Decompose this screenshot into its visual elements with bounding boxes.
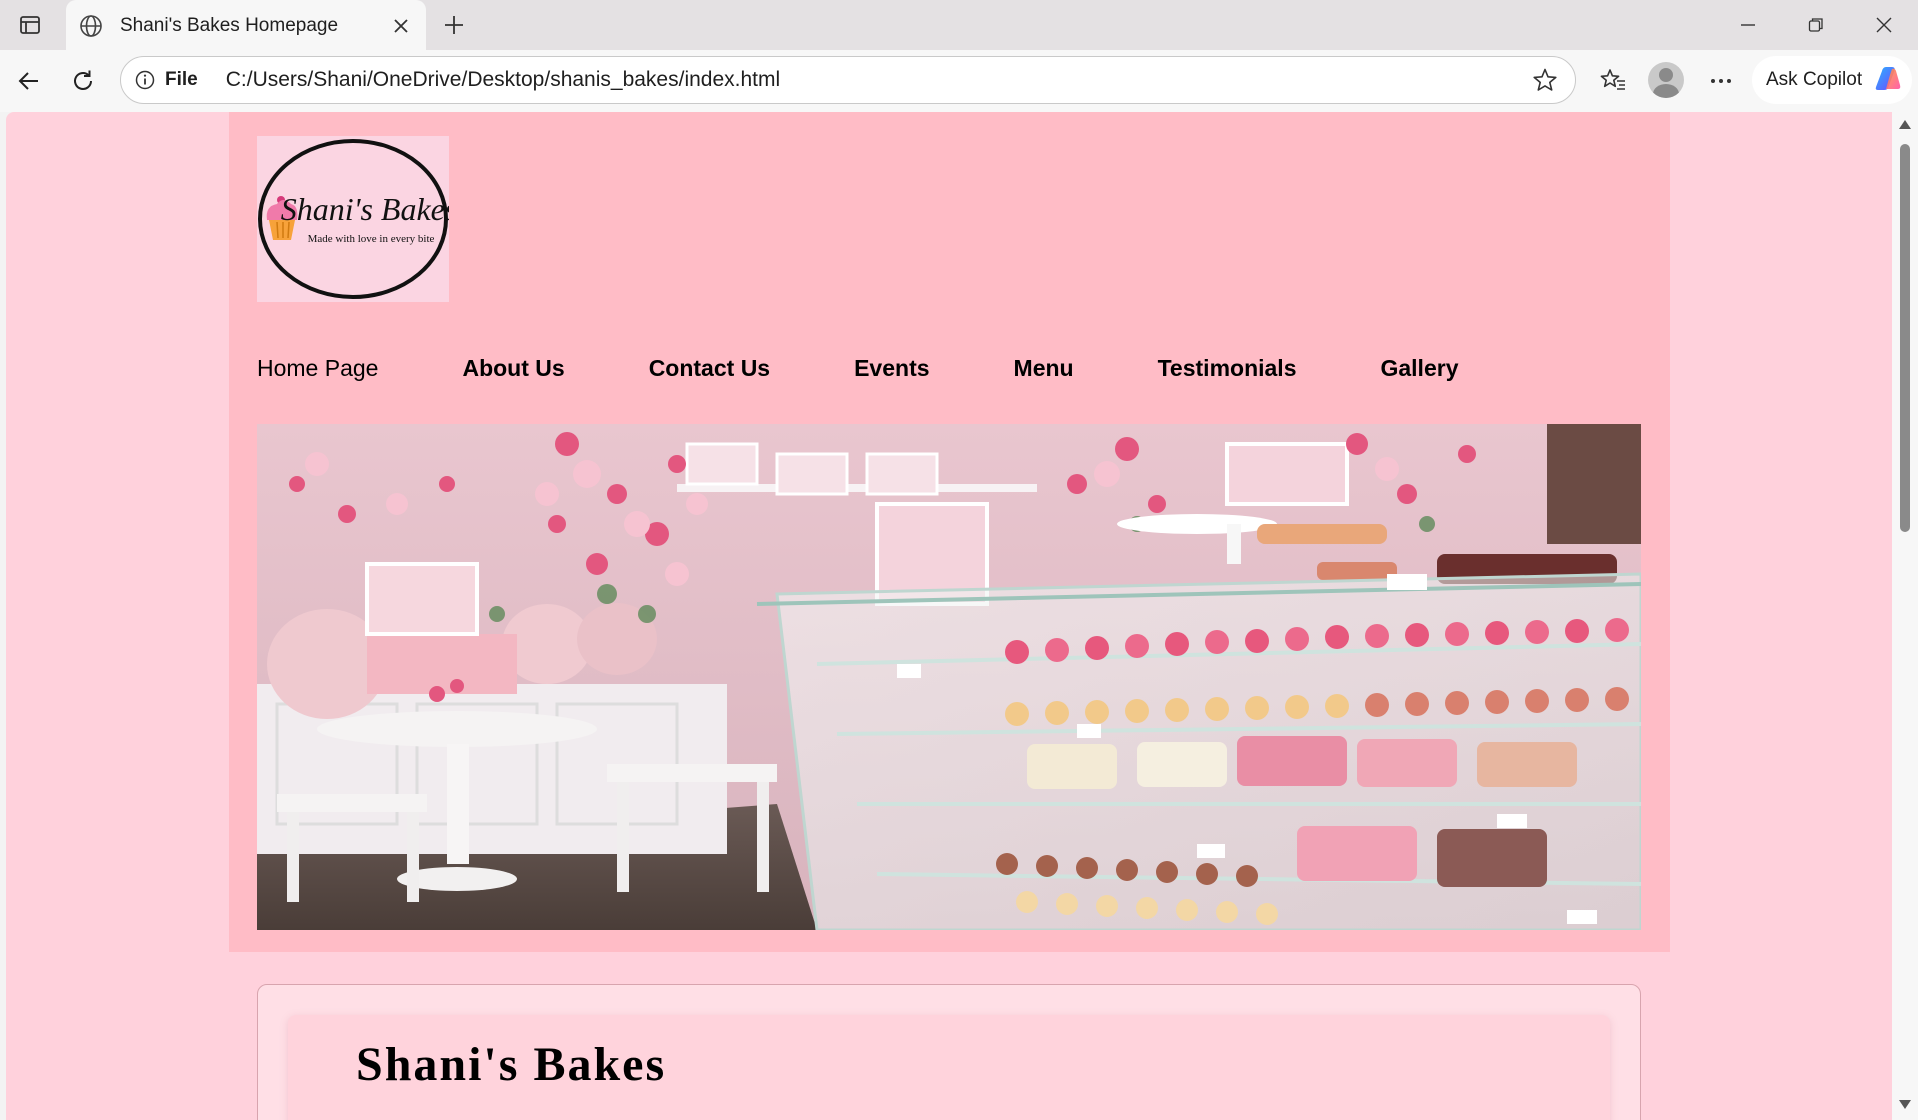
nav-testimonials[interactable]: Testimonials <box>1158 355 1297 382</box>
hero-image <box>257 424 1641 930</box>
nav-home-page[interactable]: Home Page <box>257 355 378 382</box>
close-window-icon[interactable] <box>1850 0 1918 50</box>
new-tab-icon[interactable] <box>436 8 472 42</box>
favorites-icon[interactable] <box>1592 60 1634 102</box>
address-url[interactable]: C:/Users/Shani/OneDrive/Desktop/shanis_b… <box>226 68 1527 92</box>
back-icon[interactable] <box>8 60 50 102</box>
page-viewport: Shani's Bakes Made with love in every bi… <box>6 112 1892 1120</box>
nav-menu[interactable]: Menu <box>1014 355 1074 382</box>
more-options-icon[interactable] <box>1700 60 1742 102</box>
minimize-icon[interactable] <box>1714 0 1782 50</box>
info-icon[interactable] <box>133 68 157 92</box>
intro-card-inner: Shani's Bakes <box>288 1015 1610 1120</box>
tab-actions-icon[interactable] <box>12 10 48 40</box>
scroll-down-icon[interactable] <box>1899 1100 1911 1109</box>
favorite-star-icon[interactable] <box>1527 62 1563 98</box>
nav-contact-us[interactable]: Contact Us <box>649 355 770 382</box>
browser-toolbar: File C:/Users/Shani/OneDrive/Desktop/sha… <box>0 50 1918 112</box>
main-nav: Home Page About Us Contact Us Events Men… <box>257 348 1542 388</box>
profile-avatar[interactable] <box>1648 62 1684 98</box>
site-header: Shani's Bakes Made with love in every bi… <box>229 112 1670 952</box>
nav-events[interactable]: Events <box>854 355 929 382</box>
reload-icon[interactable] <box>62 60 104 102</box>
globe-icon <box>78 13 104 39</box>
site-logo[interactable]: Shani's Bakes Made with love in every bi… <box>257 136 457 302</box>
ask-copilot-button[interactable]: Ask Copilot <box>1752 56 1912 104</box>
close-tab-icon[interactable] <box>384 9 418 43</box>
copilot-icon <box>1872 61 1906 100</box>
page-title: Shani's Bakes <box>356 1038 667 1091</box>
logo-tagline: Made with love in every bite <box>308 233 435 245</box>
page-scrollbar[interactable] <box>1892 112 1918 1120</box>
browser-titlebar: Shani's Bakes Homepage <box>0 0 1918 51</box>
intro-card: Shani's Bakes <box>257 984 1641 1120</box>
browser-tab[interactable]: Shani's Bakes Homepage <box>66 0 426 51</box>
address-scheme: File <box>165 69 198 90</box>
restore-icon[interactable] <box>1782 0 1850 50</box>
address-bar[interactable]: File C:/Users/Shani/OneDrive/Desktop/sha… <box>120 56 1576 104</box>
nav-gallery[interactable]: Gallery <box>1380 355 1458 382</box>
logo-brand: Shani's Bakes <box>281 191 449 227</box>
nav-about-us[interactable]: About Us <box>462 355 564 382</box>
tab-title: Shani's Bakes Homepage <box>120 14 339 36</box>
scroll-thumb[interactable] <box>1900 144 1910 532</box>
scroll-up-icon[interactable] <box>1899 120 1911 129</box>
copilot-label: Ask Copilot <box>1766 69 1863 90</box>
